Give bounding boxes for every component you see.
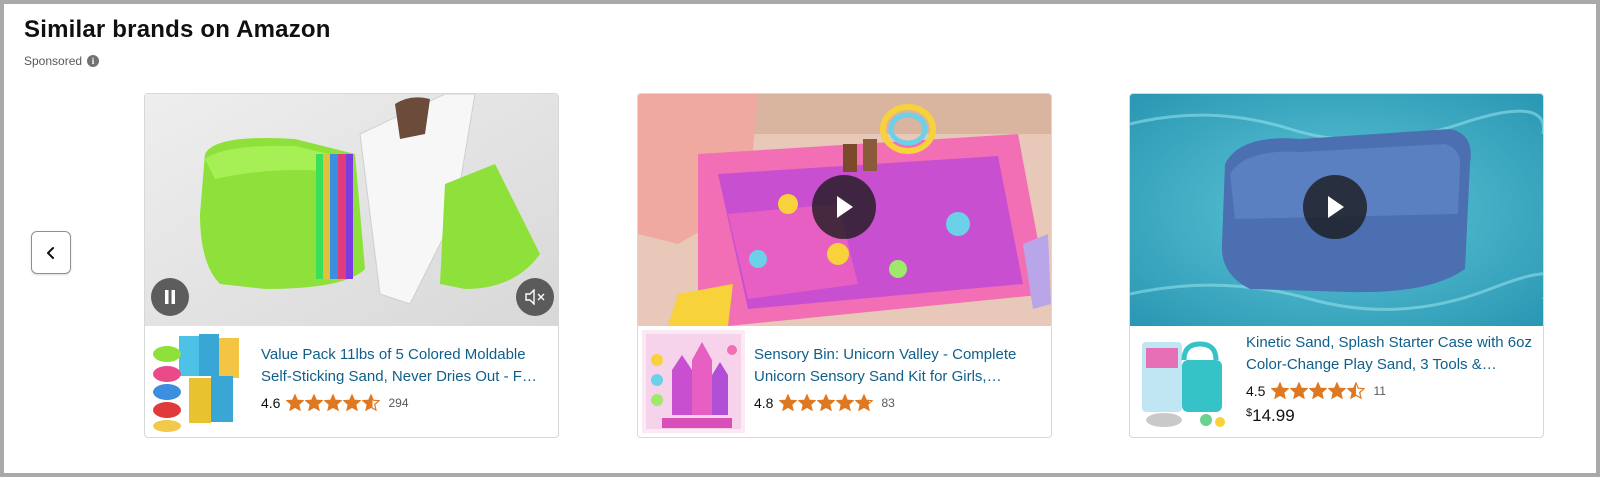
star-rating — [1271, 382, 1366, 399]
star-half-icon — [1347, 382, 1366, 399]
star-full-icon — [798, 394, 817, 411]
rating-value: 4.5 — [1246, 382, 1266, 399]
star-full-icon — [286, 394, 305, 411]
star-full-icon — [817, 394, 836, 411]
product-info: Value Pack 11lbs of 5 Colored Moldable S… — [145, 326, 558, 437]
product-thumbnail[interactable] — [1134, 330, 1237, 433]
product-title-link[interactable]: Sensory Bin: Unicorn Valley - Complete U… — [754, 344, 1044, 388]
review-count: 83 — [881, 395, 895, 410]
star-rating — [779, 394, 874, 411]
rating-value: 4.6 — [261, 394, 281, 411]
unicorn-kit-thumbnail-image — [642, 330, 745, 433]
star-half-icon — [362, 394, 381, 411]
pause-button[interactable] — [151, 278, 189, 316]
kinetic-case-thumbnail-image — [1134, 330, 1237, 433]
product-thumbnail[interactable] — [149, 330, 252, 433]
rating-row[interactable]: 4.5 11 — [1246, 382, 1386, 399]
video-frame-image — [145, 94, 558, 326]
pause-icon — [165, 290, 175, 304]
sponsored-label-row[interactable]: Sponsored i — [24, 54, 100, 68]
rating-value: 4.8 — [754, 394, 774, 411]
product-video[interactable] — [638, 94, 1051, 326]
carousel-prev-button[interactable] — [31, 231, 71, 274]
rating-row[interactable]: 4.6 294 — [261, 394, 409, 411]
play-button[interactable] — [812, 175, 876, 239]
product-info: Kinetic Sand, Splash Starter Case with 6… — [1130, 326, 1543, 437]
star-rating — [286, 394, 381, 411]
review-count: 294 — [388, 395, 409, 410]
unmute-button[interactable] — [516, 278, 554, 316]
product-info: Sensory Bin: Unicorn Valley - Complete U… — [638, 326, 1051, 437]
play-icon — [837, 196, 853, 218]
star-full-icon — [343, 394, 362, 411]
product-title-link[interactable]: Kinetic Sand, Splash Starter Case with 6… — [1246, 332, 1536, 376]
sand-bags-thumbnail-image — [149, 330, 252, 433]
star-full-icon — [1271, 382, 1290, 399]
product-title-link[interactable]: Value Pack 11lbs of 5 Colored Moldable S… — [261, 344, 551, 388]
product-card[interactable]: Kinetic Sand, Splash Starter Case with 6… — [1129, 93, 1544, 438]
star-full-icon — [324, 394, 343, 411]
product-price: $14.99 — [1246, 406, 1295, 426]
muted-speaker-icon — [525, 289, 545, 305]
product-card[interactable]: Sensory Bin: Unicorn Valley - Complete U… — [637, 93, 1052, 438]
rating-row[interactable]: 4.8 83 — [754, 394, 895, 411]
chevron-left-icon — [47, 246, 54, 259]
review-count: 11 — [1373, 383, 1386, 398]
star-full-icon — [1309, 382, 1328, 399]
play-icon — [1328, 196, 1344, 218]
product-thumbnail[interactable] — [642, 330, 745, 433]
section-title: Similar brands on Amazon — [24, 16, 331, 43]
product-video[interactable] — [145, 94, 558, 326]
star-full-icon — [779, 394, 798, 411]
star-full-icon — [305, 394, 324, 411]
sponsored-brands-widget: Similar brands on Amazon Sponsored i Val… — [0, 0, 1600, 477]
price-value: 14.99 — [1252, 406, 1295, 425]
star-half-icon — [855, 394, 874, 411]
star-full-icon — [1328, 382, 1347, 399]
product-card[interactable]: Value Pack 11lbs of 5 Colored Moldable S… — [144, 93, 559, 438]
info-icon[interactable]: i — [87, 55, 100, 67]
star-full-icon — [1290, 382, 1309, 399]
play-button[interactable] — [1303, 175, 1367, 239]
star-full-icon — [836, 394, 855, 411]
product-video[interactable] — [1130, 94, 1543, 326]
sponsored-label: Sponsored — [24, 54, 83, 68]
